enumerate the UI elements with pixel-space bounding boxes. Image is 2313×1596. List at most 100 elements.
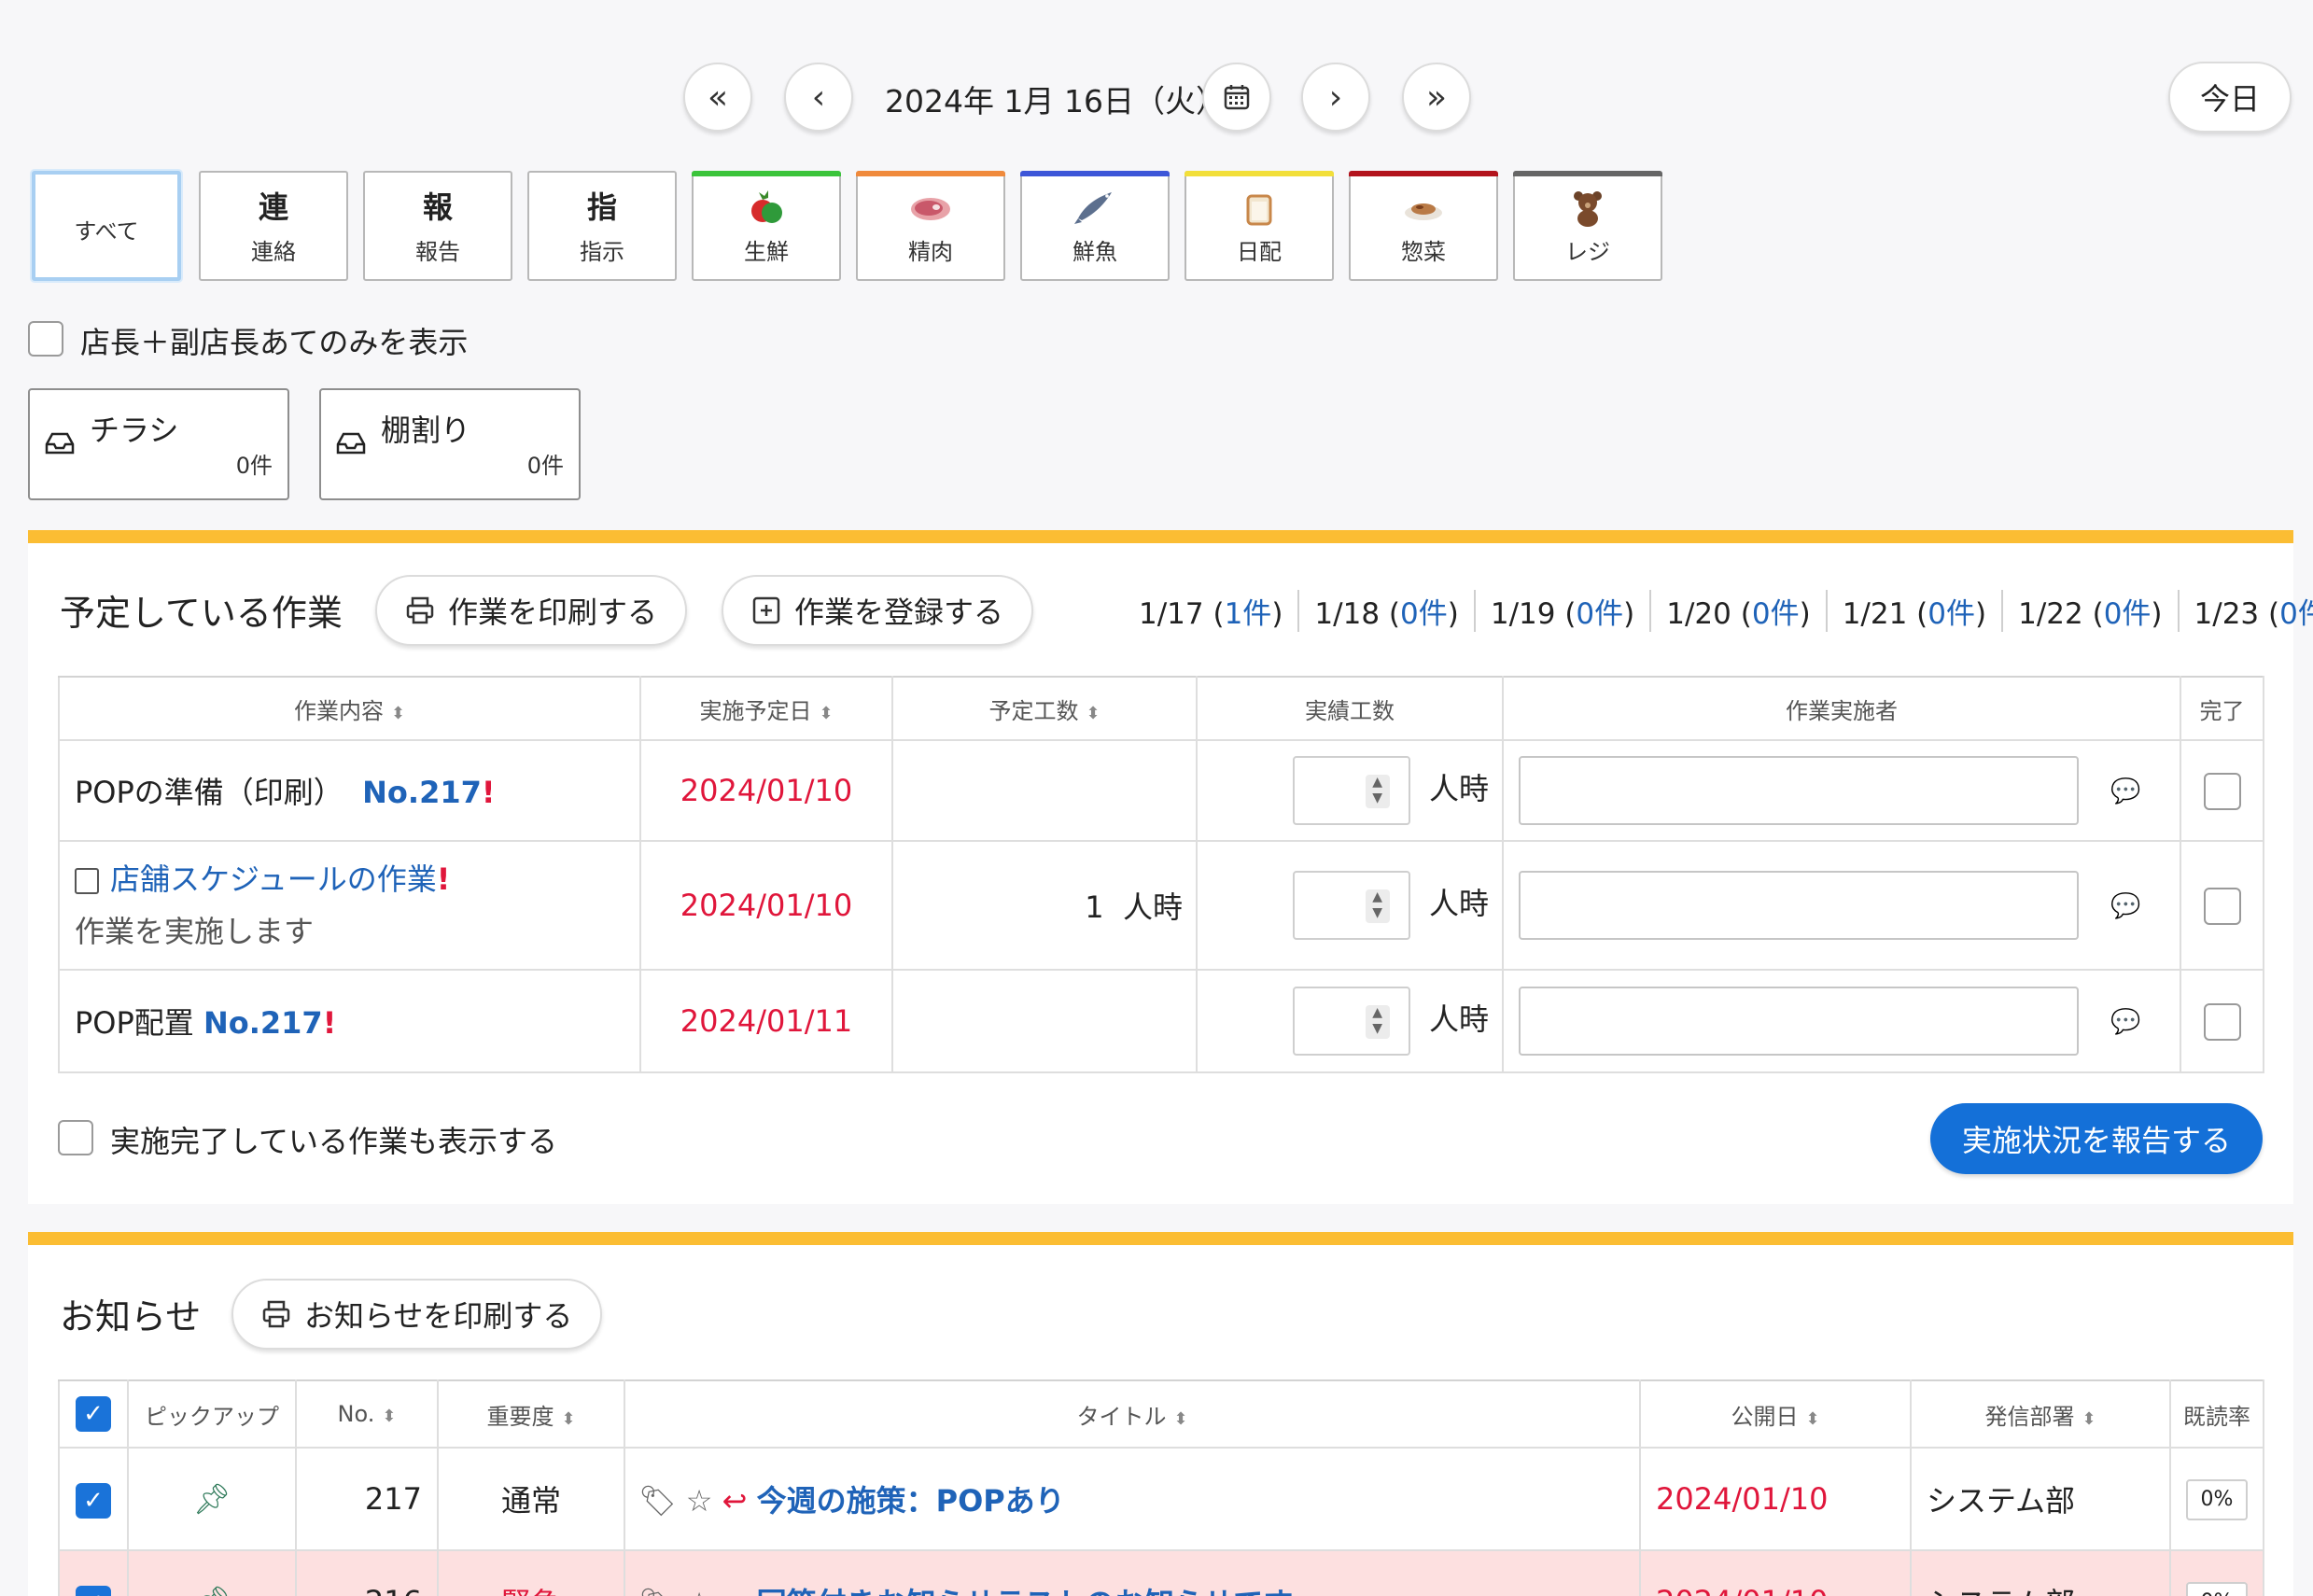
category-tab-meat[interactable]: 精肉 [856, 171, 1005, 281]
sort-icon: ⬍ [561, 1408, 576, 1429]
planned-hours: 1 [1085, 889, 1104, 925]
print-notices-button[interactable]: お知らせを印刷する [231, 1279, 603, 1350]
day-link[interactable]: 1/19 (0件) [1473, 590, 1649, 632]
chevron-right-icon: › [1328, 77, 1343, 117]
tag-icon[interactable]: 🏷︎ [638, 1483, 677, 1519]
calendar-icon [1224, 85, 1250, 110]
notice-title[interactable]: 今週の施策：POPあり [757, 1483, 1065, 1519]
day-link[interactable]: 1/23 (0件) [2177, 590, 2313, 632]
day-link[interactable]: 1/22 (0件) [2001, 590, 2177, 632]
category-tab-all[interactable]: すべて [32, 171, 181, 281]
column-header[interactable]: No. ⬍ [295, 1379, 439, 1449]
inbox-icon [336, 432, 366, 455]
unit-label: 人時 [1428, 771, 1489, 806]
notice-number: 216 [365, 1584, 422, 1596]
printer-icon [262, 1300, 290, 1328]
notice-row-urgent: ✓ 📌︎ 216 緊急 🏷︎ ☆ ↩ 回答付きお知らせテストのお知らせです 20… [58, 1549, 2264, 1596]
prev-day-button[interactable]: ‹ [784, 63, 853, 132]
stepper-icon[interactable]: ▲ ▼ [1365, 889, 1390, 923]
next-day-button[interactable]: › [1301, 63, 1370, 132]
category-tab-register[interactable]: レジ [1513, 171, 1662, 281]
prev-week-button[interactable]: « [683, 63, 752, 132]
read-rate: 0% [2186, 1479, 2248, 1520]
category-tab-deli[interactable]: 惣菜 [1349, 171, 1498, 281]
category-tab-fresh[interactable]: 生鮮 [692, 171, 841, 281]
inbox-card-flyer[interactable]: チラシ 0件 [28, 388, 289, 500]
category-label: 鮮魚 [1072, 238, 1117, 265]
comment-icon[interactable]: 💬 [2110, 892, 2140, 920]
category-tab-contact[interactable]: 連 連絡 [199, 171, 348, 281]
column-header: 既読率 [2169, 1379, 2264, 1449]
register-task-button[interactable]: 作業を登録する [722, 575, 1034, 646]
manager-only-checkbox[interactable] [28, 321, 63, 357]
column-header[interactable]: 実施予定日 ⬍ [639, 676, 893, 741]
assignee-input[interactable] [1519, 871, 2079, 940]
notice-number: 217 [364, 1481, 422, 1517]
done-checkbox[interactable] [2203, 772, 2241, 810]
comment-icon[interactable]: 💬 [2110, 1008, 2140, 1036]
star-icon[interactable]: ☆ [686, 1586, 713, 1596]
day-link[interactable]: 1/20 (0件) [1649, 590, 1825, 632]
task-link[interactable]: 店舗スケジュールの作業 [110, 861, 437, 897]
done-checkbox[interactable] [2203, 887, 2241, 925]
category-tab-instruction[interactable]: 指 指示 [527, 171, 677, 281]
category-tab-daily[interactable]: 日配 [1185, 171, 1334, 281]
category-label: すべて [74, 217, 139, 245]
category-label: レジ [1565, 238, 1610, 265]
column-header[interactable]: タイトル ⬍ [624, 1379, 1641, 1449]
show-done-checkbox[interactable] [58, 1120, 93, 1155]
pin-icon[interactable]: 📌︎ [193, 1584, 231, 1596]
column-header: ピックアップ [127, 1379, 297, 1449]
category-color-bar [1349, 171, 1498, 176]
category-tab-fish[interactable]: 鮮魚 [1020, 171, 1170, 281]
bear-icon [1567, 187, 1608, 228]
category-kanji: 報 [422, 189, 453, 225]
print-notices-label: お知らせを印刷する [304, 1298, 573, 1334]
print-tasks-button[interactable]: 作業を印刷する [375, 575, 688, 646]
report-status-button[interactable]: 実施状況を報告する [1930, 1103, 2263, 1174]
task-description: 作業を実施します [75, 914, 315, 949]
day-link[interactable]: 1/17 (1件) [1139, 590, 1297, 632]
row-checkbox[interactable]: ✓ [76, 1585, 111, 1596]
column-header[interactable]: 予定工数 ⬍ [891, 676, 1198, 741]
comment-icon[interactable]: 💬 [2110, 777, 2140, 805]
star-icon[interactable]: ☆ [686, 1483, 713, 1519]
deli-icon [1401, 187, 1446, 228]
task-link[interactable]: No.217 [203, 1005, 323, 1041]
notice-title[interactable]: 回答付きお知らせテストのお知らせです [757, 1586, 1294, 1596]
category-kanji: 指 [586, 189, 617, 225]
actual-hours-input[interactable]: ▲ ▼ [1292, 987, 1410, 1056]
actual-hours-input[interactable]: ▲ ▼ [1292, 756, 1410, 825]
select-all-checkbox[interactable]: ✓ [76, 1396, 111, 1432]
task-link[interactable]: No.217 [362, 775, 482, 810]
pin-icon[interactable]: 📌︎ [193, 1481, 231, 1517]
row-checkbox[interactable]: ✓ [76, 1482, 111, 1519]
column-header[interactable]: 重要度 ⬍ [437, 1379, 625, 1449]
next-week-button[interactable]: » [1402, 63, 1471, 132]
show-done-label: 実施完了している作業も表示する [110, 1124, 558, 1159]
vegetable-icon [746, 187, 787, 228]
column-header[interactable]: 公開日 ⬍ [1639, 1379, 1912, 1449]
today-button[interactable]: 今日 [2168, 62, 2292, 133]
printer-icon [406, 596, 434, 624]
reply-disabled-icon: ↩ [722, 1483, 748, 1519]
stepper-icon[interactable]: ▲ ▼ [1365, 1005, 1390, 1039]
column-header[interactable]: 発信部署 ⬍ [1910, 1379, 2171, 1449]
day-link[interactable]: 1/18 (0件) [1297, 590, 1473, 632]
assignee-input[interactable] [1519, 756, 2079, 825]
select-all-cell[interactable]: ✓ [58, 1379, 129, 1449]
category-label: 惣菜 [1401, 238, 1446, 265]
inbox-name: チラシ [90, 413, 179, 448]
calendar-button[interactable] [1202, 63, 1271, 132]
bread-icon [1239, 187, 1280, 228]
actual-hours-input[interactable]: ▲ ▼ [1292, 871, 1410, 940]
unit-label: 人時 [1428, 1001, 1489, 1037]
assignee-input[interactable] [1519, 987, 2079, 1056]
stepper-icon[interactable]: ▲ ▼ [1365, 775, 1390, 808]
category-tab-report[interactable]: 報 報告 [363, 171, 512, 281]
column-header[interactable]: 作業内容 ⬍ [58, 676, 641, 741]
done-checkbox[interactable] [2203, 1002, 2241, 1041]
tag-icon[interactable]: 🏷︎ [638, 1586, 677, 1596]
day-link[interactable]: 1/21 (0件) [1825, 590, 2001, 632]
inbox-card-planogram[interactable]: 棚割り 0件 [319, 388, 581, 500]
